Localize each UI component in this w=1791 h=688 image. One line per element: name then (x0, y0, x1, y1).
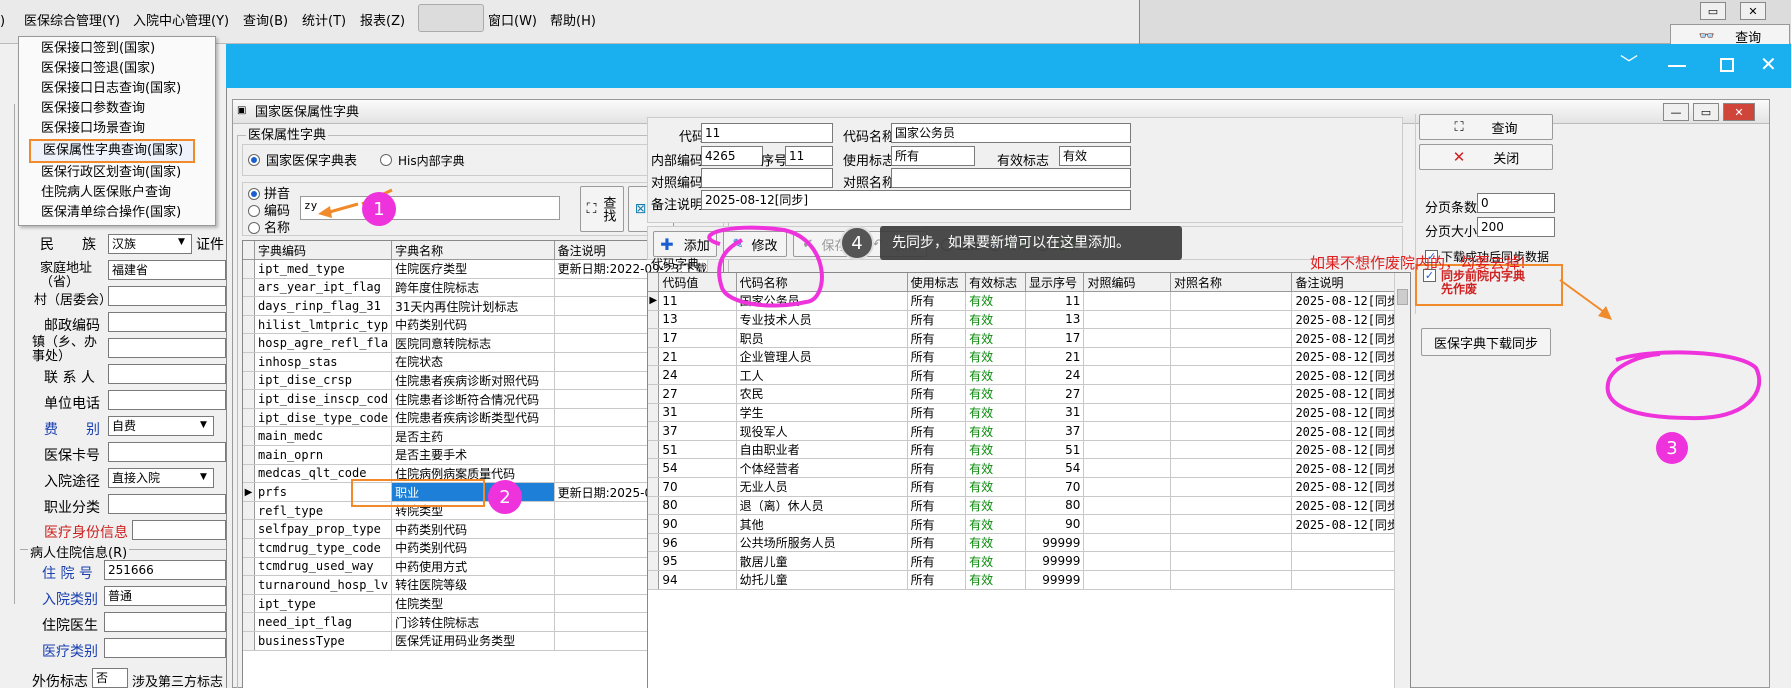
annotation-marker-3: 3 (1656, 432, 1688, 464)
annotation-marker-2: 2 (488, 480, 522, 514)
annotation-arrow-red (1559, 279, 1605, 313)
annotation-layer (318, 188, 1762, 507)
prfs-highlight-box (351, 479, 485, 507)
red-tip-text: 如果不想作废院内的，勾要去掉! (1310, 254, 1527, 272)
annotation-marker-4: 4 (840, 226, 874, 260)
annotation-arrowhead-1 (318, 206, 332, 218)
tip-4-box: 先同步，如果要新增可以在这里添加。 (880, 226, 1182, 260)
sync-button-circle (1605, 350, 1762, 421)
tip-4-text: 先同步，如果要新增可以在这里添加。 (892, 235, 1130, 251)
annotation-marker-1: 1 (362, 192, 396, 226)
add-button-circle (707, 225, 824, 308)
